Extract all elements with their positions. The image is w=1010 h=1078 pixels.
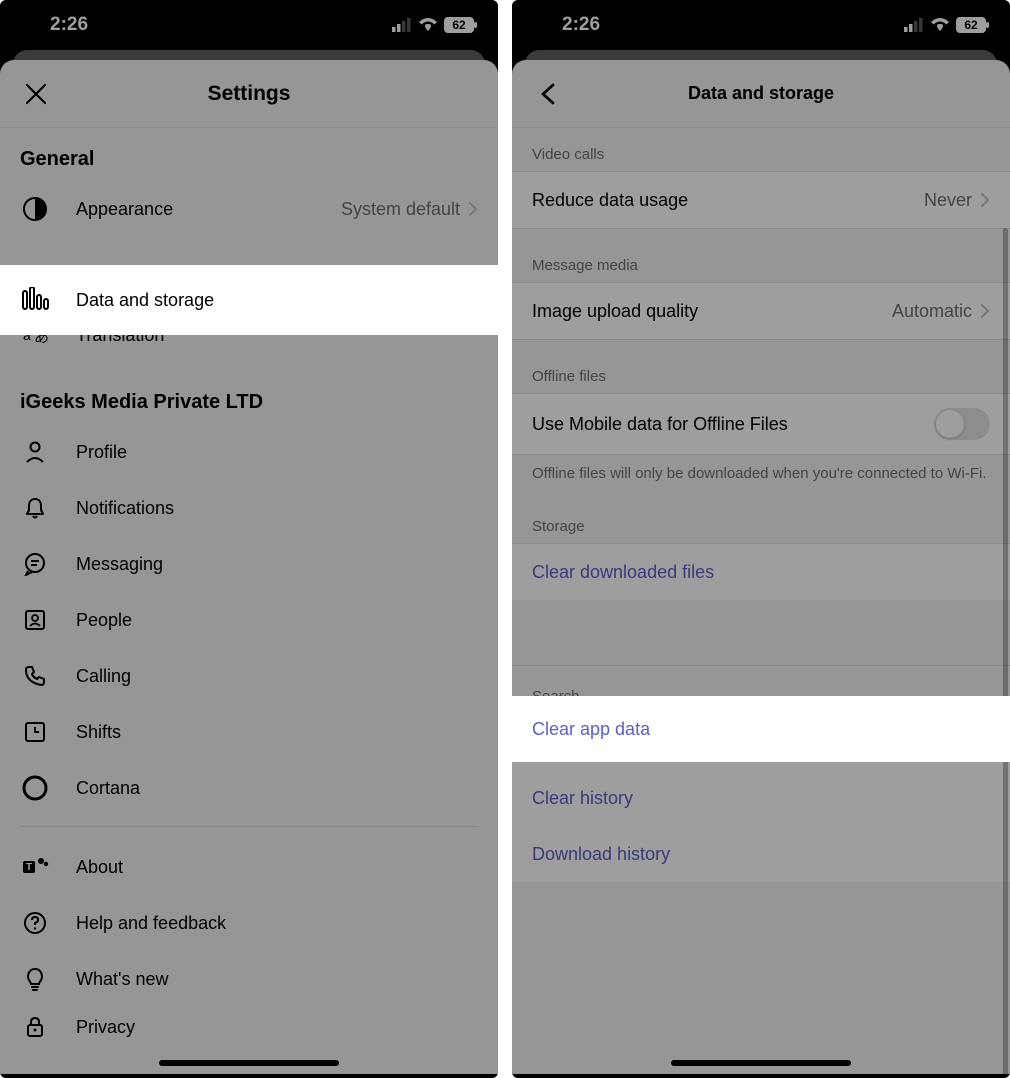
profile-icon xyxy=(20,437,50,467)
phone-icon xyxy=(20,661,50,691)
privacy-label: Privacy xyxy=(76,1017,478,1038)
data-storage-label: Data and storage xyxy=(76,290,478,311)
teams-icon: T xyxy=(20,852,50,882)
status-bar: 2:26 62 xyxy=(512,0,1010,50)
settings-title: Settings xyxy=(208,82,291,106)
shifts-label: Shifts xyxy=(76,722,478,743)
section-org: iGeeks Media Private LTD xyxy=(0,363,498,424)
home-indicator[interactable] xyxy=(671,1060,851,1066)
bars-icon xyxy=(20,285,50,315)
row-reduce-data[interactable]: Reduce data usage Never xyxy=(512,172,1010,228)
chat-icon xyxy=(20,549,50,579)
help-label: Help and feedback xyxy=(76,913,478,934)
row-upload-quality[interactable]: Image upload quality Automatic xyxy=(512,283,1010,339)
row-notifications[interactable]: Notifications xyxy=(0,480,498,536)
section-storage: Storage xyxy=(512,496,1010,543)
clock-icon xyxy=(20,717,50,747)
bell-icon xyxy=(20,493,50,523)
svg-text:62: 62 xyxy=(452,18,466,32)
section-offline: Offline files xyxy=(512,340,1010,393)
help-icon xyxy=(20,908,50,938)
clear-history-link: Clear history xyxy=(532,788,990,809)
settings-header: Settings xyxy=(0,60,498,128)
offline-hint: Offline files will only be downloaded wh… xyxy=(512,455,1010,496)
section-media: Message media xyxy=(512,229,1010,282)
svg-text:T: T xyxy=(26,862,32,873)
wifi-icon xyxy=(930,18,950,32)
clear-app-link: Clear app data xyxy=(532,719,990,740)
battery-icon: 62 xyxy=(956,17,990,33)
offline-toggle-label: Use Mobile data for Offline Files xyxy=(532,414,934,435)
status-icons: 62 xyxy=(392,17,478,33)
right-phone: 2:26 62 Data and storage Video calls Red… xyxy=(512,0,1010,1078)
row-clear-history[interactable]: Clear history xyxy=(512,770,1010,826)
upload-value: Automatic xyxy=(892,301,972,322)
row-whatsnew[interactable]: What's new xyxy=(0,951,498,1007)
appearance-label: Appearance xyxy=(76,199,341,220)
row-data-storage[interactable]: Data and storage xyxy=(0,265,498,335)
row-clear-app-data[interactable]: Clear app data xyxy=(512,696,1010,762)
profile-label: Profile xyxy=(76,442,478,463)
wifi-icon xyxy=(418,18,438,32)
back-button[interactable] xyxy=(528,74,568,114)
datastorage-title: Data and storage xyxy=(688,83,834,104)
status-icons: 62 xyxy=(904,17,990,33)
row-calling[interactable]: Calling xyxy=(0,648,498,704)
lock-icon xyxy=(20,1012,50,1042)
row-offline-toggle[interactable]: Use Mobile data for Offline Files xyxy=(512,394,1010,454)
reduce-value: Never xyxy=(924,190,972,211)
row-about[interactable]: T About xyxy=(0,839,498,895)
row-clear-files[interactable]: Clear downloaded files xyxy=(512,544,1010,600)
row-messaging[interactable]: Messaging xyxy=(0,536,498,592)
bulb-icon xyxy=(20,964,50,994)
settings-sheet: Settings General Appearance System defau… xyxy=(0,60,498,1074)
people-label: People xyxy=(76,610,478,631)
contrast-icon xyxy=(20,194,50,224)
left-phone: 2:26 62 Settings General Appearance Syst… xyxy=(0,0,498,1078)
about-label: About xyxy=(76,857,478,878)
offline-toggle[interactable] xyxy=(934,408,990,440)
appearance-value: System default xyxy=(341,199,460,220)
people-icon xyxy=(20,605,50,635)
battery-icon: 62 xyxy=(444,17,478,33)
chevron-right-icon xyxy=(980,192,990,208)
section-general: General xyxy=(0,128,498,181)
row-shifts[interactable]: Shifts xyxy=(0,704,498,760)
status-time: 2:26 xyxy=(50,14,88,36)
close-icon xyxy=(23,81,49,107)
upload-label: Image upload quality xyxy=(532,301,892,322)
scroll-indicator[interactable] xyxy=(1003,228,1008,1078)
clear-files-link: Clear downloaded files xyxy=(532,562,990,583)
reduce-label: Reduce data usage xyxy=(532,190,924,211)
row-appearance[interactable]: Appearance System default xyxy=(0,181,498,237)
download-history-link: Download history xyxy=(532,844,990,865)
chevron-left-icon xyxy=(540,83,556,105)
close-button[interactable] xyxy=(16,74,56,114)
section-video: Video calls xyxy=(512,128,1010,171)
notifications-label: Notifications xyxy=(76,498,478,519)
datastorage-header: Data and storage xyxy=(512,60,1010,128)
row-cortana[interactable]: Cortana xyxy=(0,760,498,816)
datastorage-sheet: Data and storage Video calls Reduce data… xyxy=(512,60,1010,1074)
signal-icon xyxy=(904,18,924,32)
signal-icon xyxy=(392,18,412,32)
row-help[interactable]: Help and feedback xyxy=(0,895,498,951)
whatsnew-label: What's new xyxy=(76,969,478,990)
row-people[interactable]: People xyxy=(0,592,498,648)
svg-text:62: 62 xyxy=(964,18,978,32)
row-privacy[interactable]: Privacy xyxy=(0,1007,498,1047)
row-profile[interactable]: Profile xyxy=(0,424,498,480)
messaging-label: Messaging xyxy=(76,554,478,575)
status-bar: 2:26 62 xyxy=(0,0,498,50)
status-time: 2:26 xyxy=(562,14,600,36)
chevron-right-icon xyxy=(980,303,990,319)
home-indicator[interactable] xyxy=(159,1060,339,1066)
row-download-history[interactable]: Download history xyxy=(512,826,1010,882)
cortana-label: Cortana xyxy=(76,778,478,799)
chevron-right-icon xyxy=(468,201,478,217)
cortana-icon xyxy=(20,773,50,803)
calling-label: Calling xyxy=(76,666,478,687)
